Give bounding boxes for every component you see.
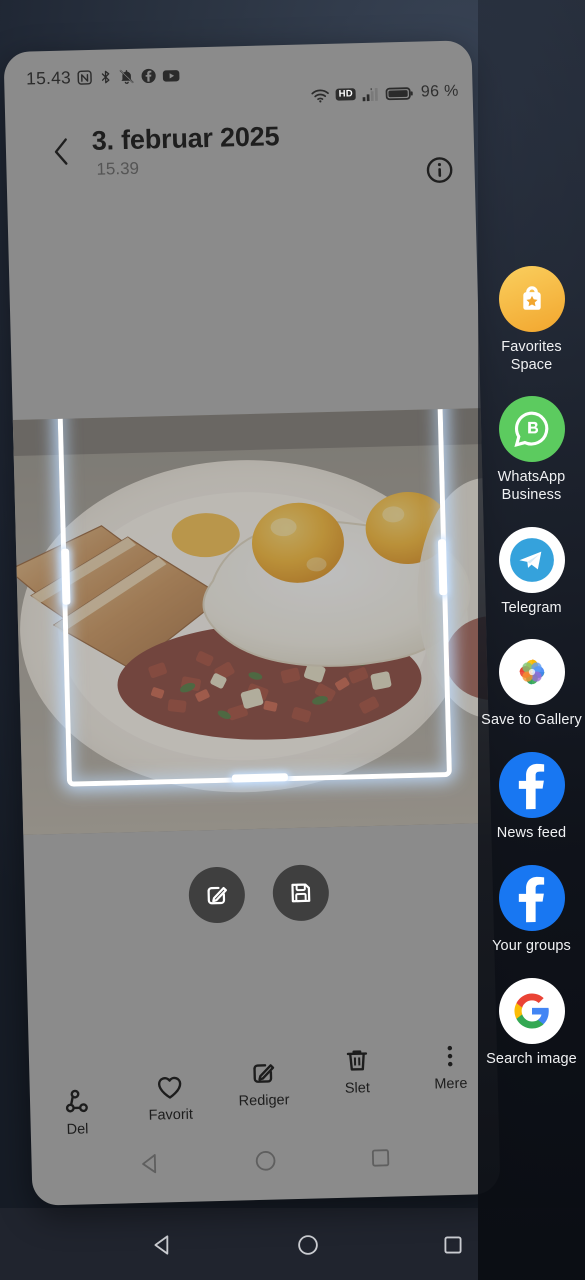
toolbar-item-favorite[interactable]: Favorit xyxy=(122,1047,217,1124)
wifi-icon xyxy=(310,87,329,102)
system-back-button[interactable] xyxy=(150,1232,176,1263)
hd-icon: HD xyxy=(335,87,357,101)
toolbar-label: Favorit xyxy=(148,1106,194,1124)
whatsapp-business-icon xyxy=(498,396,565,463)
rail-item-label: WhatsApp Business xyxy=(497,469,566,504)
rail-item-label: Search image xyxy=(486,1050,577,1067)
rail-item-label: Save to Gallery xyxy=(481,712,582,729)
toolbar-label: Rediger xyxy=(238,1092,290,1110)
crop-selection-box[interactable] xyxy=(56,408,452,787)
card-home-button[interactable] xyxy=(252,1147,279,1179)
crop-handle-left[interactable] xyxy=(61,548,71,605)
youtube-icon xyxy=(162,68,180,82)
crop-handle-right[interactable] xyxy=(437,539,448,596)
crop-selection-preview xyxy=(62,408,447,781)
facebook-icon xyxy=(498,752,565,819)
rail-item-telegram[interactable]: Telegram xyxy=(478,526,585,618)
rail-item-favorites-space[interactable]: Favorites Space xyxy=(478,266,585,374)
toolbar-item-delete[interactable]: Slet xyxy=(309,1042,404,1097)
back-arrow-icon[interactable] xyxy=(50,134,75,174)
photo-viewer[interactable] xyxy=(12,408,492,835)
crop-handle-bottom[interactable] xyxy=(231,773,288,783)
page-subtitle-time: 15.39 xyxy=(96,158,140,179)
status-bar-right: HD 96 % xyxy=(310,82,459,105)
facebook-icon xyxy=(498,864,565,931)
status-bar: 15.43 HD 96 % xyxy=(3,40,472,114)
favorites-space-icon xyxy=(498,266,565,332)
image-action-row xyxy=(24,860,494,942)
page-title: 3. februar 2025 xyxy=(91,121,280,156)
rail-item-search-image[interactable]: Search image xyxy=(478,977,585,1069)
edit-image-button[interactable] xyxy=(188,866,246,924)
card-recents-button[interactable] xyxy=(367,1144,394,1176)
google-photos-icon xyxy=(498,639,565,706)
toolbar-item-share[interactable]: Del xyxy=(29,1049,125,1138)
gallery-app-card[interactable]: 15.43 HD 96 % 3. februar 2025 15.39 Del … xyxy=(3,40,501,1206)
save-image-button[interactable] xyxy=(272,864,330,922)
notifications-muted-icon xyxy=(118,68,135,85)
app-shortcut-rail: Favorites Space WhatsApp Business Telegr… xyxy=(478,0,585,1280)
rail-item-whatsapp-business[interactable]: WhatsApp Business xyxy=(478,396,585,504)
telegram-icon xyxy=(498,526,565,593)
google-icon xyxy=(498,977,565,1044)
cellular-signal-icon xyxy=(362,86,380,101)
rail-item-label: Favorites Space xyxy=(501,339,562,373)
info-icon[interactable] xyxy=(424,155,455,191)
rail-item-news-feed[interactable]: News feed xyxy=(478,752,585,843)
facebook-icon xyxy=(140,67,157,84)
battery-percent-label: 96 % xyxy=(420,82,459,101)
battery-icon xyxy=(385,85,414,101)
card-back-button[interactable] xyxy=(138,1150,165,1182)
rail-item-your-groups[interactable]: Your groups xyxy=(478,864,585,956)
rail-item-label: Your groups xyxy=(492,937,571,954)
status-bar-left: 15.43 xyxy=(26,65,180,90)
system-home-button[interactable] xyxy=(295,1232,321,1263)
toolbar-label: Slet xyxy=(344,1080,371,1097)
toolbar-item-edit[interactable]: Rediger xyxy=(216,1045,311,1110)
bluetooth-icon xyxy=(98,68,113,85)
rail-item-save-to-gallery[interactable]: Save to Gallery xyxy=(478,639,585,730)
nfc-icon xyxy=(76,69,93,86)
rail-item-label: News feed xyxy=(496,825,567,842)
system-recents-button[interactable] xyxy=(440,1232,466,1263)
app-header: 3. februar 2025 15.39 xyxy=(5,102,475,204)
toolbar-label: Mere xyxy=(434,1075,468,1093)
rail-item-label: Telegram xyxy=(501,599,562,616)
card-navigation-bar xyxy=(31,1120,501,1206)
status-bar-clock: 15.43 xyxy=(25,67,72,89)
